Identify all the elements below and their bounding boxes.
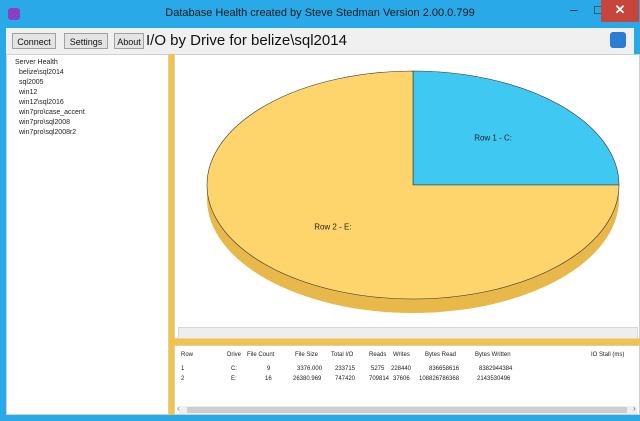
cell: 26380.969 [293, 376, 322, 382]
tree-item[interactable]: win7pro\sql2008 [19, 119, 70, 126]
chart-scrollbar[interactable] [178, 327, 638, 339]
grid-header: Row Drive File Count File Size Total I/O… [175, 352, 640, 362]
header-writes: Writes [393, 352, 410, 358]
cell: 5275 [371, 366, 385, 372]
tree-item[interactable]: belize\sql2014 [19, 69, 64, 76]
chart-area: Row 1 - C: Row 2 - E: [174, 54, 640, 339]
cell: 37606 [393, 376, 410, 382]
pie-chart: Row 1 - C: Row 2 - E: [206, 70, 620, 313]
header-io-stall: IO Stall (ms) [591, 352, 625, 358]
minimize-button[interactable]: – [562, 0, 586, 22]
cell: 108826786368 [419, 376, 460, 382]
tree-root[interactable]: Server Health [15, 59, 58, 66]
tree-item[interactable]: sql2005 [19, 79, 44, 86]
grid-scrollbar-thumb[interactable] [187, 407, 627, 413]
header-file-size: File Size [295, 352, 319, 358]
table-row[interactable]: 1 C: 9 3376.000 233715 5275 228440 83665… [175, 366, 640, 376]
cell: 9 [267, 366, 271, 372]
tree-item[interactable]: win12 [19, 89, 37, 96]
cell: 2143530496 [477, 376, 511, 382]
cell: 709814 [369, 376, 390, 382]
tree-item[interactable]: win7pro\sql2008r2 [19, 129, 76, 136]
data-grid: Row Drive File Count File Size Total I/O… [174, 345, 640, 415]
settings-button[interactable]: Settings [64, 33, 108, 49]
grid-scrollbar[interactable] [179, 406, 637, 414]
pie-slice[interactable] [412, 70, 620, 186]
cell: E: [231, 376, 237, 382]
header-drive: Drive [227, 352, 242, 358]
help-book-icon[interactable] [610, 32, 626, 48]
cell: 228440 [391, 366, 412, 372]
header-bytes-read: Bytes Read [425, 352, 457, 358]
scroll-right-icon[interactable]: › [633, 404, 636, 413]
pie-label: Row 2 - E: [314, 222, 351, 231]
header-total-io: Total I/O [331, 352, 354, 358]
cell: 2 [181, 376, 185, 382]
scroll-left-icon[interactable]: ‹ [177, 404, 180, 413]
header-reads: Reads [369, 352, 387, 358]
pie-label: Row 1 - C: [474, 134, 512, 143]
cell: 233715 [335, 366, 356, 372]
app-window: Database Health created by Steve Stedman… [0, 0, 640, 421]
cell: 1 [181, 366, 185, 372]
cell: 836658616 [429, 366, 460, 372]
server-tree[interactable]: Server Health belize\sql2014 sql2005 win… [6, 54, 169, 415]
tree-item[interactable]: win12\sql2016 [19, 99, 64, 106]
cell: C: [231, 366, 237, 372]
title-bar[interactable]: Database Health created by Steve Stedman… [0, 0, 640, 28]
window-title: Database Health created by Steve Stedman… [165, 7, 475, 19]
cell: 3376.000 [297, 366, 323, 372]
connect-button[interactable]: Connect [12, 33, 56, 49]
header-file-count: File Count [247, 352, 275, 358]
page-title: I/O by Drive for belize\sql2014 [146, 32, 347, 49]
header-bytes-written: Bytes Written [475, 352, 511, 358]
close-button[interactable]: ✕ [601, 0, 639, 22]
tree-item[interactable]: win7pro\case_accent [19, 109, 85, 116]
toolbar: Connect Settings About I/O by Drive for … [6, 28, 634, 54]
cell: 747420 [335, 376, 356, 382]
about-button[interactable]: About [114, 33, 144, 49]
cell: 16 [265, 376, 272, 382]
table-row[interactable]: 2 E: 16 26380.969 747420 709814 37606 10… [175, 376, 640, 386]
header-row: Row [181, 352, 194, 358]
cell: 8382944384 [479, 366, 513, 372]
